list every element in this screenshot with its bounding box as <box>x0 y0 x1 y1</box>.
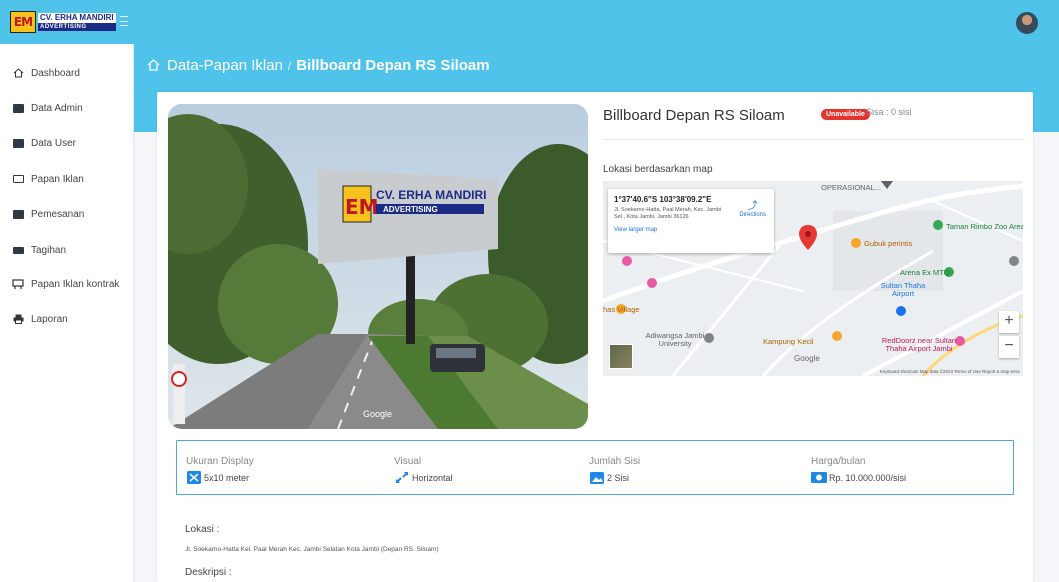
map-label-taman: Taman Rimbo Zoo Area <box>946 222 1023 231</box>
directions-link[interactable]: ⤴ Directions <box>739 197 766 218</box>
photo-watermark: Google <box>363 409 392 419</box>
divider <box>603 139 1023 140</box>
google-logo: Google <box>794 354 820 363</box>
billboard-title: Billboard Depan RS Siloam <box>603 107 785 124</box>
sidebar-item-label: Tagihan <box>31 244 67 256</box>
map-footer[interactable]: Keyboard shortcuts Map data ©2023 Terms … <box>880 369 1020 374</box>
directions-icon: ⤴ <box>747 201 758 212</box>
monitor-icon <box>12 174 24 184</box>
map-satellite-toggle[interactable] <box>609 344 633 369</box>
specs-box: Ukuran Display 5x10 meter Visual Horizon… <box>176 440 1014 495</box>
id-card-icon <box>12 103 24 113</box>
printer-icon <box>12 314 24 324</box>
map-label-arena: Arena Ex MTQ <box>900 268 950 277</box>
sidebar-item-label: Pemesanan <box>31 208 85 220</box>
spec-value: 2 Sisi <box>607 472 630 483</box>
sidebar-item-papan-iklan-kontrak[interactable]: Papan Iklan kontrak <box>12 275 119 293</box>
sisa-text: Sisa : 0 sisi <box>866 107 912 117</box>
list-icon <box>12 209 24 219</box>
zoom-out-button[interactable]: − <box>999 336 1019 358</box>
spec-label: Visual <box>394 456 422 467</box>
sidebar-item-data-user[interactable]: Data User <box>12 134 76 152</box>
spec-value: Rp. 10.000.000/sisi <box>829 472 907 483</box>
sidebar-item-dashboard[interactable]: Dashboard <box>12 64 80 82</box>
breadcrumb-parent[interactable]: Data-Papan Iklan <box>167 57 283 74</box>
diagonal-arrows-icon <box>394 471 410 484</box>
money-bill-icon <box>811 471 827 484</box>
billboard-logo-mark: EM <box>345 195 379 219</box>
sidebar-item-data-admin[interactable]: Data Admin <box>12 99 83 117</box>
home-icon <box>12 68 24 78</box>
embedded-map[interactable]: OPERASIONAL... Taman Rimbo Zoo Area Gubu… <box>603 181 1023 376</box>
money-icon <box>12 245 24 255</box>
spec-label: Jumlah Sisi <box>589 456 641 467</box>
spec-label: Ukuran Display <box>186 456 254 467</box>
spec-visual: Visual Horizontal <box>394 456 453 484</box>
sidebar-item-label: Papan Iklan kontrak <box>31 278 120 290</box>
breadcrumb: Data-Papan Iklan / Billboard Depan RS Si… <box>147 57 490 74</box>
user-avatar[interactable] <box>1016 12 1038 34</box>
sidebar-item-laporan[interactable]: Laporan <box>12 310 68 328</box>
sidebar-item-label: Data User <box>31 137 77 149</box>
spec-value: Horizontal <box>412 472 453 483</box>
directions-label: Directions <box>739 212 766 218</box>
top-navbar <box>0 0 1059 44</box>
zoom-in-button[interactable]: + <box>999 311 1019 333</box>
map-address: Jl. Soekarno-Hatta, Paal Merah, Kec. Jam… <box>614 207 721 220</box>
breadcrumb-separator: / <box>287 58 292 73</box>
map-label-operasional: OPERASIONAL... <box>821 183 882 192</box>
menu-toggle-icon[interactable] <box>120 16 128 26</box>
sidebar-item-pemesanan[interactable]: Pemesanan <box>12 205 84 223</box>
logo-line1: CV. ERHA MANDIRI <box>38 13 116 23</box>
logo-mark: EM <box>10 11 36 33</box>
map-section-label: Lokasi berdasarkan map <box>603 164 713 175</box>
spec-label: Harga/bulan <box>811 456 866 467</box>
sidebar-item-label: Dashboard <box>31 67 80 79</box>
view-larger-map-link[interactable]: View larger map <box>614 227 768 233</box>
map-label-village: has Village <box>603 305 640 314</box>
home-icon[interactable] <box>147 58 160 74</box>
deskripsi-heading: Deskripsi : <box>185 567 232 578</box>
logo-line2: ADVERTISING <box>38 23 116 31</box>
breadcrumb-current: Billboard Depan RS Siloam <box>296 57 490 74</box>
billboard-icon <box>12 279 24 289</box>
billboard-photo: EM CV. ERHA MANDIRI ADVERTISING Google <box>168 104 588 429</box>
sidebar-item-label: Laporan <box>31 313 68 325</box>
map-label-adiwangsa: Adiwangsa Jambi University <box>645 331 705 348</box>
brand-logo[interactable]: EM CV. ERHA MANDIRI ADVERTISING <box>0 0 134 44</box>
sidebar: Dashboard Data Admin Data User Papan Ikl… <box>0 44 134 582</box>
map-info-window: 1°37'40.6"S 103°38'09.2"E Jl. Soekarno-H… <box>608 189 774 253</box>
sidebar-item-papan-iklan[interactable]: Papan Iklan <box>12 170 84 188</box>
spec-harga-bulan: Harga/bulan Rp. 10.000.000/sisi <box>811 456 906 484</box>
billboard-sign-line1: CV. ERHA MANDIRI <box>376 188 486 202</box>
billboard-sign-line2: ADVERTISING <box>383 205 438 214</box>
lokasi-heading: Lokasi : <box>185 524 220 535</box>
image-icon <box>589 471 605 484</box>
lokasi-address: Jl. Soekarno-Hatta Kel. Paal Merah Kec. … <box>185 546 439 553</box>
map-label-gubuk: Gubuk perintis <box>864 239 913 248</box>
status-badge: Unavailable <box>821 109 870 120</box>
sidebar-item-label: Data Admin <box>31 102 83 114</box>
id-card-icon <box>12 138 24 148</box>
map-label-reddoorz: RedDoorz near Sultan Thaha Airport Jambi <box>881 336 957 353</box>
map-label-kampung: Kampung Kecil <box>763 337 814 346</box>
spec-ukuran-display: Ukuran Display 5x10 meter <box>186 456 254 484</box>
expand-icon <box>186 471 202 484</box>
spec-value: 5x10 meter <box>204 472 250 483</box>
map-label-airport: Sultan Thaha Airport <box>880 281 926 298</box>
spec-jumlah-sisi: Jumlah Sisi 2 Sisi <box>589 456 640 484</box>
sidebar-item-label: Papan Iklan <box>31 173 84 185</box>
sidebar-item-tagihan[interactable]: Tagihan <box>12 241 66 259</box>
